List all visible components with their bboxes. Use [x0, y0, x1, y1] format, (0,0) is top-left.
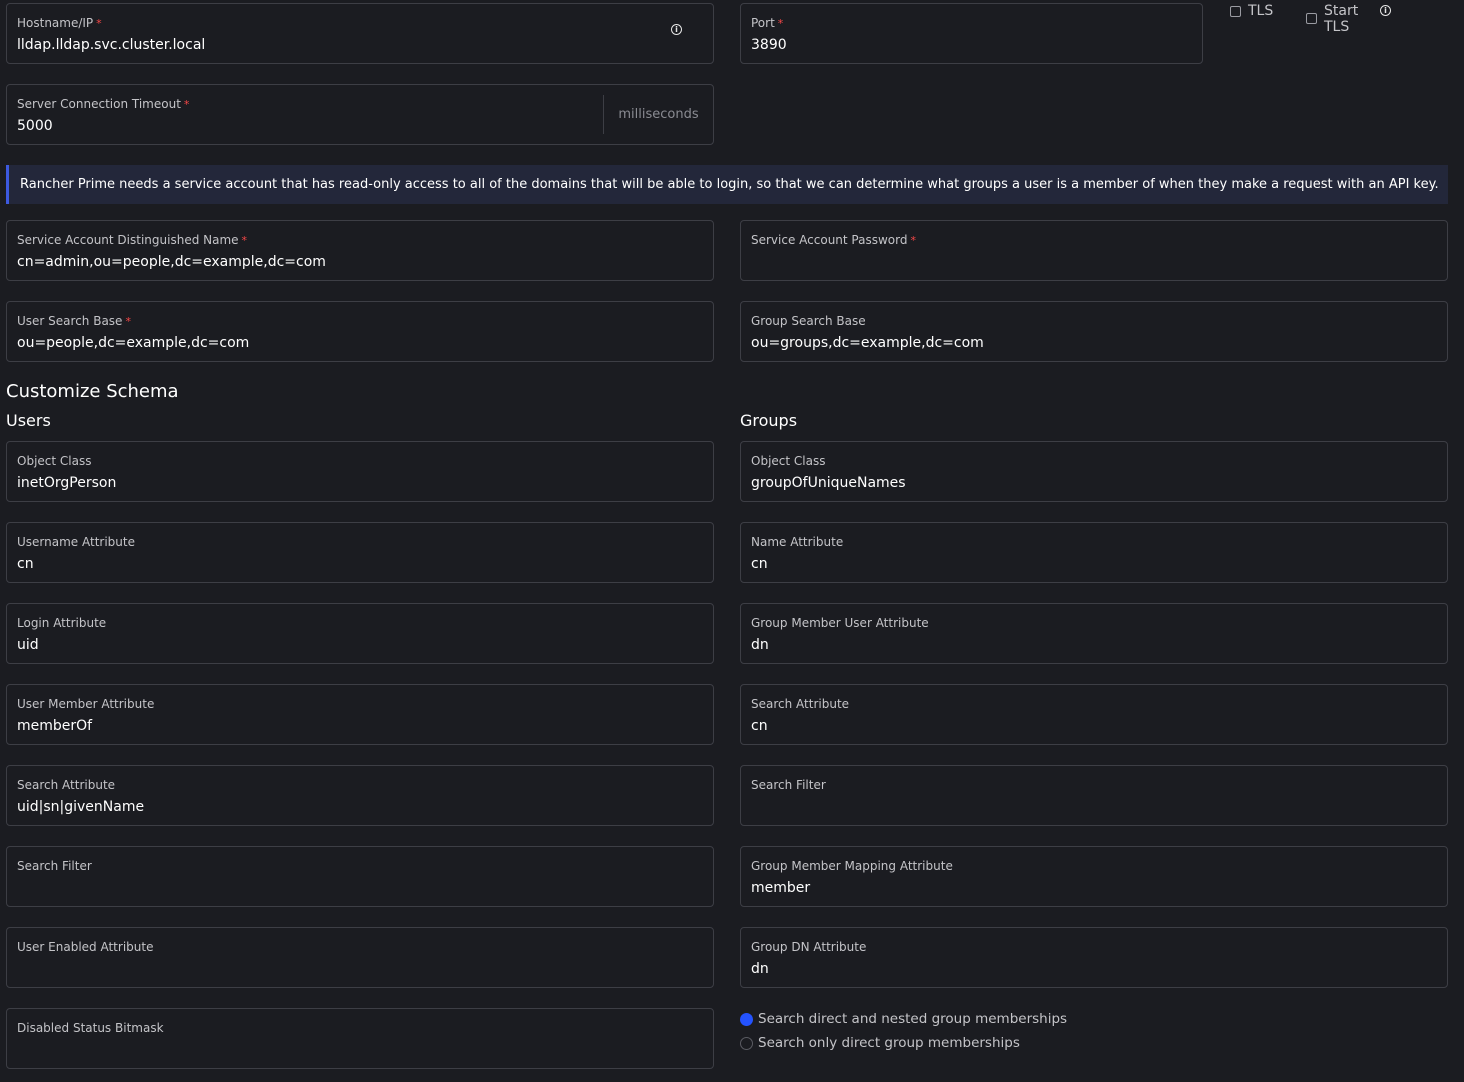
required-marker: *: [241, 234, 248, 247]
group-member-user-attribute-input[interactable]: dn: [751, 637, 769, 653]
field-label: Search Attribute: [751, 697, 850, 711]
user-search-base-field[interactable]: User Search Base * ou=people,dc=example,d…: [6, 301, 714, 362]
service-account-dn-field[interactable]: Service Account Distinguished Name * cn=a…: [6, 220, 714, 281]
field-label: Search Filter: [17, 859, 92, 873]
user-object-class-field[interactable]: Object Class inetOrgPerson: [6, 441, 714, 502]
group-dn-attribute-input[interactable]: dn: [751, 961, 769, 977]
group-member-mapping-attribute-field[interactable]: Group Member Mapping Attribute member: [740, 846, 1448, 907]
info-icon[interactable]: i: [671, 24, 682, 35]
group-member-mapping-attribute-input[interactable]: member: [751, 880, 810, 896]
port-field[interactable]: Port * 3890: [740, 3, 1203, 64]
direct-membership-radio[interactable]: [740, 1037, 753, 1050]
group-name-attribute-field[interactable]: Name Attribute cn: [740, 522, 1448, 583]
customize-schema-heading: Customize Schema: [6, 381, 179, 402]
field-label: Object Class: [17, 454, 92, 468]
group-dn-attribute-field[interactable]: Group DN Attribute dn: [740, 927, 1448, 988]
service-account-password-label: Service Account Password *: [751, 233, 916, 247]
start-tls-info-icon[interactable]: i: [1380, 5, 1391, 16]
direct-membership-label[interactable]: Search only direct group memberships: [758, 1035, 1020, 1051]
group-search-attribute-field[interactable]: Search Attribute cn: [740, 684, 1448, 745]
tls-label: TLS: [1248, 3, 1274, 19]
user-member-attribute-field[interactable]: User Member Attribute memberOf: [6, 684, 714, 745]
group-search-base-input[interactable]: ou=groups,dc=example,dc=com: [751, 335, 984, 351]
hostname-input[interactable]: lldap.lldap.svc.cluster.local: [17, 37, 205, 53]
disabled-status-bitmask-field[interactable]: Disabled Status Bitmask: [6, 1008, 714, 1069]
required-marker: *: [96, 17, 102, 30]
timeout-field[interactable]: Server Connection Timeout * 5000 millisec…: [6, 84, 714, 145]
field-label: Search Attribute: [17, 778, 116, 792]
group-object-class-input[interactable]: groupOfUniqueNames: [751, 475, 906, 491]
service-account-info-banner: Rancher Prime needs a service account th…: [6, 165, 1448, 204]
user-search-base-label: User Search Base *: [17, 314, 131, 328]
timeout-input[interactable]: 5000: [17, 118, 53, 134]
timeout-unit-suffix: milliseconds: [603, 95, 713, 134]
field-label: Group Member Mapping Attribute: [751, 859, 953, 873]
required-marker: *: [910, 234, 916, 247]
field-label: User Member Attribute: [17, 697, 155, 711]
field-label: Username Attribute: [17, 535, 135, 549]
hostname-label: Hostname/IP *: [17, 16, 102, 30]
service-account-dn-label: Service Account Distinguished Name *: [17, 233, 248, 247]
group-search-attribute-input[interactable]: cn: [751, 718, 768, 734]
hostname-field[interactable]: Hostname/IP * lldap.lldap.svc.cluster.loc…: [6, 3, 714, 64]
nested-membership-radio[interactable]: [740, 1013, 753, 1026]
login-attribute-field[interactable]: Login Attribute uid: [6, 603, 714, 664]
field-label: Name Attribute: [751, 535, 844, 549]
login-attribute-input[interactable]: uid: [17, 637, 39, 653]
group-search-filter-field[interactable]: Search Filter: [740, 765, 1448, 826]
required-marker: *: [777, 17, 784, 30]
nested-membership-label[interactable]: Search direct and nested group membershi…: [758, 1011, 1067, 1027]
field-label: Disabled Status Bitmask: [17, 1021, 164, 1035]
group-member-user-attribute-field[interactable]: Group Member User Attribute dn: [740, 603, 1448, 664]
port-input[interactable]: 3890: [751, 37, 787, 53]
group-name-attribute-input[interactable]: cn: [751, 556, 768, 572]
user-search-filter-field[interactable]: Search Filter: [6, 846, 714, 907]
field-label: Search Filter: [751, 778, 826, 792]
service-account-password-field[interactable]: Service Account Password *: [740, 220, 1448, 281]
field-label: Object Class: [751, 454, 826, 468]
user-enabled-attribute-field[interactable]: User Enabled Attribute: [6, 927, 714, 988]
user-search-base-input[interactable]: ou=people,dc=example,dc=com: [17, 335, 249, 351]
service-account-dn-input[interactable]: cn=admin,ou=people,dc=example,dc=com: [17, 254, 326, 270]
group-search-base-field[interactable]: Group Search Base ou=groups,dc=example,d…: [740, 301, 1448, 362]
tls-checkbox[interactable]: [1230, 6, 1241, 17]
field-label: Group Member User Attribute: [751, 616, 929, 630]
field-label: Login Attribute: [17, 616, 107, 630]
group-search-base-label: Group Search Base: [751, 314, 866, 328]
user-search-attribute-input[interactable]: uid|sn|givenName: [17, 799, 144, 815]
field-label: Group DN Attribute: [751, 940, 867, 954]
required-marker: *: [183, 98, 190, 111]
users-heading: Users: [6, 411, 51, 430]
user-member-attribute-input[interactable]: memberOf: [17, 718, 92, 734]
user-search-attribute-field[interactable]: Search Attribute uid|sn|givenName: [6, 765, 714, 826]
field-label: User Enabled Attribute: [17, 940, 154, 954]
required-marker: *: [125, 315, 131, 328]
port-label: Port *: [751, 16, 784, 30]
groups-heading: Groups: [740, 411, 798, 430]
start-tls-checkbox[interactable]: [1306, 13, 1317, 24]
group-object-class-field[interactable]: Object Class groupOfUniqueNames: [740, 441, 1448, 502]
username-attribute-input[interactable]: cn: [17, 556, 34, 572]
username-attribute-field[interactable]: Username Attribute cn: [6, 522, 714, 583]
user-object-class-input[interactable]: inetOrgPerson: [17, 475, 116, 491]
start-tls-label: Start TLS: [1324, 3, 1359, 35]
timeout-label: Server Connection Timeout *: [17, 97, 190, 111]
